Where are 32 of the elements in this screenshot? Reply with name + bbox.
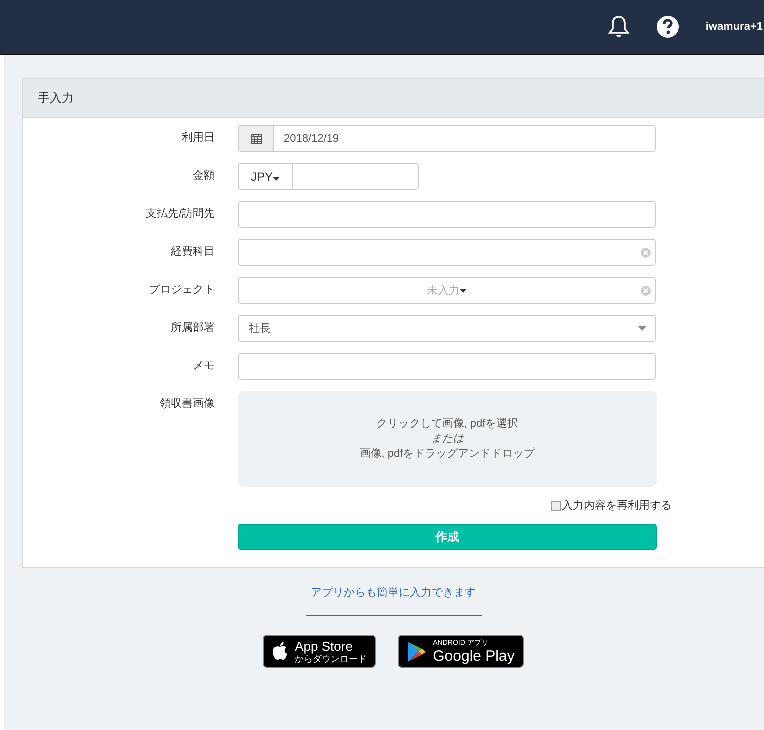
select-field[interactable]: 社長 (238, 315, 656, 342)
date-field[interactable]: 2018/12/19 (238, 125, 656, 152)
upload-dropzone[interactable]: クリックして画像, pdfを選択 または 画像, pdfをドラッグアンドドロップ (238, 391, 657, 487)
field-label: 支払先/訪問先 (144, 206, 216, 222)
placeholder: 未入力 (427, 284, 460, 298)
clear-icon[interactable] (641, 248, 651, 258)
app-link[interactable]: アプリからも簡単に入力できます (306, 585, 482, 616)
caret-icon (638, 326, 647, 331)
field-label: 経費科目 (170, 245, 216, 260)
user-name[interactable]: iwamura+1 (706, 21, 763, 33)
input-field[interactable] (238, 353, 656, 380)
currency-dropdown[interactable]: JPY (238, 163, 293, 190)
field-label: プロジェクト (148, 282, 216, 298)
clear-icon[interactable] (641, 286, 651, 296)
field-label: 領収書画像 (159, 397, 216, 412)
field-label: 所属部署 (170, 320, 216, 336)
bell-icon[interactable] (608, 15, 630, 39)
play-icon (407, 640, 428, 662)
help-icon[interactable] (656, 15, 680, 39)
apple-icon (272, 642, 290, 662)
field-label: 金額 (192, 168, 216, 184)
panel-title: 手入力 (23, 79, 764, 118)
field-label: メモ (192, 359, 216, 374)
field-label: 利用日 (181, 131, 216, 146)
caret-icon (273, 176, 280, 180)
select-field[interactable] (238, 239, 656, 266)
store-badge[interactable]: App Store からダウンロード (263, 635, 376, 668)
input-field[interactable] (238, 201, 656, 228)
amount-field[interactable] (293, 163, 419, 190)
caret-icon (460, 288, 467, 292)
reuse-checkbox[interactable]: 入力内容を再利用する (253, 498, 672, 513)
calendar-icon (250, 133, 262, 144)
